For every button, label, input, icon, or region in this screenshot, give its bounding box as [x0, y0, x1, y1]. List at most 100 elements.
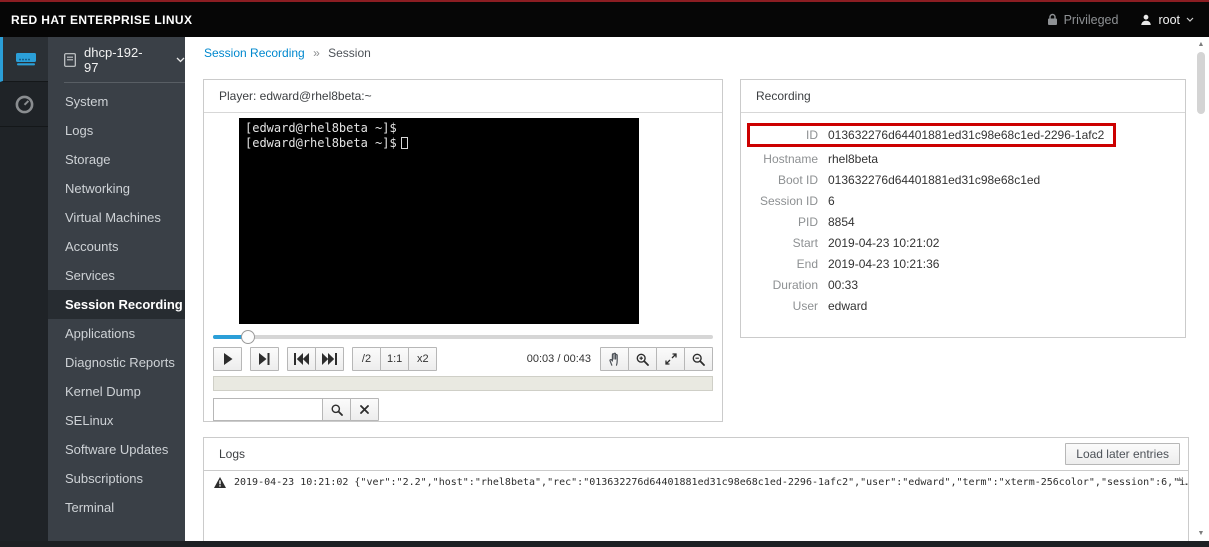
- search-input[interactable]: [213, 398, 323, 421]
- field-value: 00:33: [828, 278, 858, 292]
- recording-details: ID 013632276d64401881ed31c98e68c1ed-2296…: [741, 113, 1185, 313]
- player-title: Player: edward@rhel8beta:~: [219, 89, 372, 103]
- content-scrollbar[interactable]: ▲ ▼: [1195, 39, 1207, 539]
- search-button[interactable]: [322, 398, 351, 421]
- sidebar-item-services[interactable]: Services: [48, 261, 185, 290]
- skip-frame-button[interactable]: [250, 347, 279, 371]
- brand-title: RED HAT ENTERPRISE LINUX: [11, 13, 192, 27]
- fast-backward-icon: [294, 353, 309, 365]
- terminal-display[interactable]: [edward@rhel8beta ~]$ [edward@rhel8beta …: [239, 118, 639, 324]
- fast-forward-icon: [322, 353, 337, 365]
- playback-progress: [213, 329, 713, 345]
- half-speed-button[interactable]: /2: [352, 347, 381, 371]
- sidebar-item-system[interactable]: System: [48, 87, 185, 116]
- expand-arrows-icon: [665, 353, 677, 365]
- seek-info-bar: [213, 376, 713, 391]
- recording-field-id: ID 013632276d64401881ed31c98e68c1ed-2296…: [747, 123, 1116, 147]
- recording-field-boot-id: Boot ID 013632276d64401881ed31c98e68c1ed: [756, 173, 1170, 187]
- field-label: PID: [756, 215, 818, 229]
- sidebar-item-subscriptions[interactable]: Subscriptions: [48, 464, 185, 493]
- seek-group: [287, 347, 344, 371]
- fit-to-button[interactable]: [656, 347, 685, 371]
- zoom-out-icon: [692, 353, 705, 366]
- zoom-in-button[interactable]: [628, 347, 657, 371]
- sidebar-item-logs[interactable]: Logs: [48, 116, 185, 145]
- drag-pan-button[interactable]: [600, 347, 629, 371]
- field-value: 013632276d64401881ed31c98e68c1ed: [828, 173, 1040, 187]
- field-label: Hostname: [756, 152, 818, 166]
- skip-frame-icon: [259, 353, 270, 365]
- player-panel: Player: edward@rhel8beta:~ [edward@rhel8…: [203, 79, 723, 422]
- speed-group: /2 1:1 x2: [352, 347, 437, 371]
- scroll-up-arrow[interactable]: ▲: [1195, 41, 1207, 48]
- terminal-search: [213, 398, 379, 421]
- recording-field-user: User edward: [756, 299, 1170, 313]
- caret-down-icon: [176, 57, 185, 63]
- sidebar-item-terminal[interactable]: Terminal: [48, 493, 185, 522]
- app-window: RED HAT ENTERPRISE LINUX Privileged root: [0, 0, 1209, 547]
- sidebar-item-software-updates[interactable]: Software Updates: [48, 435, 185, 464]
- sidebar-item-applications[interactable]: Applications: [48, 319, 185, 348]
- sidebar-divider: [64, 82, 185, 83]
- play-button[interactable]: [213, 347, 242, 371]
- load-later-entries-button[interactable]: Load later entries: [1065, 443, 1180, 465]
- terminal-line: [edward@rhel8beta ~]$: [245, 121, 633, 136]
- recording-field-pid: PID 8854: [756, 215, 1170, 229]
- scrollbar-thumb[interactable]: [1197, 52, 1205, 114]
- log-entry-row[interactable]: 2019-04-23 10:21:02 {"ver":"2.2","host":…: [204, 471, 1188, 494]
- fast-backward-button[interactable]: [287, 347, 316, 371]
- double-speed-button[interactable]: x2: [408, 347, 437, 371]
- recording-field-hostname: Hostname rhel8beta: [756, 152, 1170, 166]
- play-group: [213, 347, 242, 371]
- recording-title: Recording: [756, 89, 811, 103]
- sidebar-item-accounts[interactable]: Accounts: [48, 232, 185, 261]
- sidebar-item-session-recording[interactable]: Session Recording: [48, 290, 185, 319]
- field-value: 6: [828, 194, 835, 208]
- host-selector[interactable]: dhcp-192-97: [48, 37, 185, 82]
- user-menu-button[interactable]: root: [1140, 13, 1194, 27]
- app-rail: [0, 37, 48, 541]
- sidebar-item-storage[interactable]: Storage: [48, 145, 185, 174]
- field-value: 2019-04-23 10:21:02: [828, 236, 939, 250]
- search-icon: [331, 404, 343, 416]
- breadcrumb-separator: »: [313, 46, 320, 60]
- terminal-cursor: [401, 137, 408, 149]
- zoom-out-button[interactable]: [684, 347, 713, 371]
- rail-host-button[interactable]: [0, 37, 48, 82]
- sidebar: dhcp-192-97 System Logs Storage Networki…: [48, 37, 185, 541]
- privileged-indicator: Privileged: [1047, 13, 1119, 27]
- terminal-line: [edward@rhel8beta ~]$: [245, 136, 633, 151]
- progress-track[interactable]: [213, 335, 713, 339]
- field-label: ID: [750, 128, 818, 142]
- caret-down-icon: [1186, 17, 1194, 22]
- recording-field-start: Start 2019-04-23 10:21:02: [756, 236, 1170, 250]
- log-entry-text: 2019-04-23 10:21:02 {"ver":"2.2","host":…: [234, 477, 1188, 488]
- warning-icon: [214, 477, 226, 488]
- recording-field-end: End 2019-04-23 10:21:36: [756, 257, 1170, 271]
- breadcrumb-current: Session: [328, 46, 371, 60]
- fast-forward-button[interactable]: [315, 347, 344, 371]
- sidebar-item-virtual-machines[interactable]: Virtual Machines: [48, 203, 185, 232]
- rail-dashboard-button[interactable]: [0, 82, 48, 127]
- clear-search-button[interactable]: [350, 398, 379, 421]
- progress-thumb[interactable]: [241, 330, 255, 344]
- main-content: Session Recording » Session Player: edwa…: [185, 37, 1209, 541]
- recording-panel-header: Recording: [741, 80, 1185, 113]
- sidebar-item-kernel-dump[interactable]: Kernel Dump: [48, 377, 185, 406]
- breadcrumb-session-recording-link[interactable]: Session Recording: [204, 46, 305, 60]
- scroll-down-arrow[interactable]: ▼: [1195, 530, 1207, 537]
- sidebar-item-selinux[interactable]: SELinux: [48, 406, 185, 435]
- sidebar-item-diagnostic-reports[interactable]: Diagnostic Reports: [48, 348, 185, 377]
- sidebar-nav: System Logs Storage Networking Virtual M…: [48, 87, 185, 522]
- player-panel-header: Player: edward@rhel8beta:~: [204, 80, 722, 113]
- logs-scroll-up-arrow[interactable]: ▲: [1176, 476, 1183, 483]
- logs-panel: Logs Load later entries 2019-04-23 10:21…: [203, 437, 1189, 541]
- sidebar-item-networking[interactable]: Networking: [48, 174, 185, 203]
- normal-speed-button[interactable]: 1:1: [380, 347, 409, 371]
- field-value: 2019-04-23 10:21:36: [828, 257, 939, 271]
- breadcrumb: Session Recording » Session: [204, 46, 371, 60]
- masthead-right: Privileged root: [1047, 13, 1194, 27]
- logs-panel-header: Logs Load later entries: [204, 438, 1188, 470]
- recording-panel: Recording ID 013632276d64401881ed31c98e6…: [740, 79, 1186, 338]
- recording-field-duration: Duration 00:33: [756, 278, 1170, 292]
